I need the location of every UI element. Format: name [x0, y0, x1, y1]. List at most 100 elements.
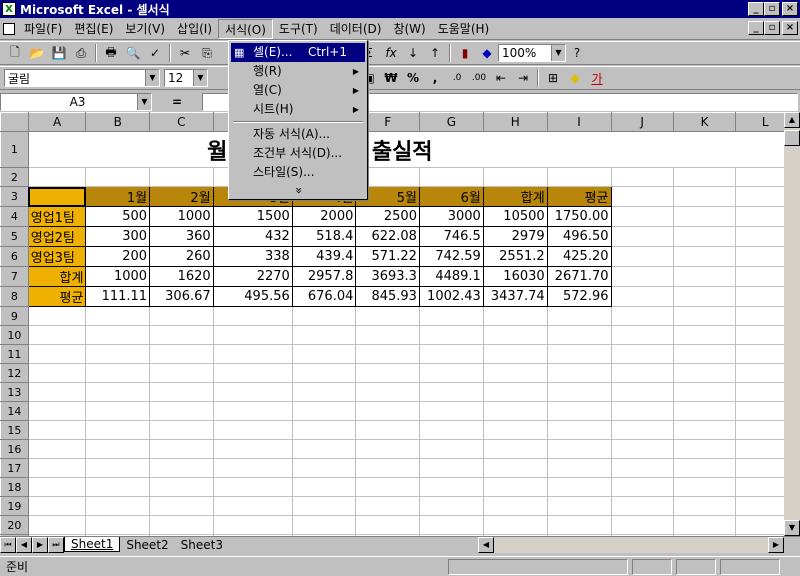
font-color-icon[interactable]: 가 [586, 68, 608, 88]
cell[interactable] [672, 458, 737, 478]
cell[interactable] [85, 439, 151, 459]
cell[interactable] [149, 382, 214, 402]
cell[interactable] [418, 420, 484, 440]
cell[interactable] [482, 477, 548, 497]
row-label[interactable]: 평균 [27, 286, 87, 307]
menu-insert[interactable]: 삽입(I) [171, 19, 218, 39]
cell[interactable] [27, 306, 87, 326]
function-icon[interactable]: fx [380, 43, 402, 63]
doc-close-button[interactable]: × [782, 21, 798, 35]
cell[interactable] [85, 344, 151, 364]
data-cell[interactable]: 2500 [355, 206, 420, 227]
data-cell[interactable]: 500 [85, 206, 151, 227]
help-icon[interactable]: ? [566, 43, 588, 63]
cell[interactable] [672, 186, 737, 207]
data-cell[interactable]: 439.4 [291, 246, 357, 267]
cell[interactable] [610, 206, 674, 227]
excel-app-icon[interactable]: X [2, 2, 16, 16]
menu-item-style[interactable]: 스타일(S)... [231, 163, 365, 182]
drawing-icon[interactable]: ◆ [476, 43, 498, 63]
cell[interactable] [27, 401, 87, 421]
data-cell[interactable]: 3000 [418, 206, 484, 227]
cell[interactable] [482, 496, 548, 516]
scroll-left-icon[interactable]: ◀ [478, 537, 494, 553]
cell[interactable] [546, 420, 612, 440]
new-icon[interactable]: 🗋 [4, 43, 26, 63]
cell[interactable] [149, 167, 214, 187]
cell[interactable] [355, 439, 420, 459]
data-cell[interactable]: 1000 [149, 206, 214, 227]
cell[interactable] [27, 344, 87, 364]
preview-icon[interactable]: 🔍 [122, 43, 144, 63]
cell[interactable] [610, 401, 674, 421]
data-cell[interactable]: 1500 [212, 206, 293, 227]
cell[interactable] [610, 286, 674, 307]
cell[interactable] [85, 477, 151, 497]
menu-tools[interactable]: 도구(T) [273, 19, 324, 39]
cell[interactable] [546, 167, 612, 187]
cell[interactable] [672, 439, 737, 459]
cell[interactable] [355, 325, 420, 345]
scroll-thumb[interactable] [784, 130, 800, 146]
cell[interactable] [610, 420, 674, 440]
cell[interactable] [482, 401, 548, 421]
cell[interactable] [672, 226, 737, 247]
cell[interactable] [291, 477, 357, 497]
font-select[interactable]: 굴림 ▼ [4, 69, 160, 87]
increase-decimal-icon[interactable]: .0 [446, 68, 468, 88]
chevron-down-icon[interactable]: ▼ [137, 94, 151, 110]
comma-icon[interactable]: , [424, 68, 446, 88]
data-cell[interactable]: 111.11 [85, 286, 151, 307]
cell[interactable] [85, 458, 151, 478]
cell[interactable] [610, 167, 674, 187]
cell[interactable] [212, 477, 293, 497]
cell[interactable] [149, 515, 214, 535]
cell[interactable] [610, 477, 674, 497]
data-cell[interactable]: 2000 [291, 206, 357, 227]
cell[interactable] [149, 325, 214, 345]
data-cell[interactable]: 260 [149, 246, 214, 267]
cell[interactable] [546, 458, 612, 478]
sheet-tab-2[interactable]: Sheet2 [120, 538, 174, 552]
cell[interactable] [672, 420, 737, 440]
next-sheet-icon[interactable]: ▶ [32, 536, 48, 553]
cell[interactable] [610, 226, 674, 247]
cell[interactable] [482, 439, 548, 459]
cell[interactable] [482, 458, 548, 478]
cell[interactable] [85, 167, 151, 187]
column-header-G[interactable]: G [418, 112, 484, 132]
cut-icon[interactable]: ✂ [174, 43, 196, 63]
cell[interactable] [672, 246, 737, 267]
select-all-corner[interactable] [0, 112, 29, 132]
sort-asc-icon[interactable]: ↓ [402, 43, 424, 63]
column-header-B[interactable]: B [85, 112, 151, 132]
cell[interactable] [610, 515, 674, 535]
cell[interactable] [85, 496, 151, 516]
cell[interactable] [610, 439, 674, 459]
sort-desc-icon[interactable]: ↑ [424, 43, 446, 63]
column-header-J[interactable]: J [610, 112, 674, 132]
data-cell[interactable]: 2270 [212, 266, 293, 287]
column-header-K[interactable]: K [672, 112, 737, 132]
maximize-button[interactable]: ▫ [764, 2, 780, 16]
cell[interactable] [85, 420, 151, 440]
cell[interactable] [149, 477, 214, 497]
cell[interactable] [355, 458, 420, 478]
data-cell[interactable]: 2979 [482, 226, 548, 247]
cell[interactable] [85, 306, 151, 326]
chart-wizard-icon[interactable]: ▮ [454, 43, 476, 63]
row-label[interactable]: 영업1팀 [27, 206, 87, 227]
row-header[interactable]: 16 [0, 439, 29, 459]
column-header-I[interactable]: I [546, 112, 612, 132]
expand-menu-icon[interactable]: » [289, 181, 308, 200]
cell[interactable] [149, 306, 214, 326]
cell[interactable] [85, 325, 151, 345]
cell[interactable] [149, 363, 214, 383]
header-cell[interactable]: 평균 [546, 186, 612, 207]
cell[interactable] [482, 306, 548, 326]
cell[interactable] [291, 344, 357, 364]
menu-item-autoformat[interactable]: 자동 서식(A)... [231, 125, 365, 144]
cell[interactable] [85, 401, 151, 421]
row-header[interactable]: 3 [0, 186, 29, 207]
cell[interactable] [672, 206, 737, 227]
